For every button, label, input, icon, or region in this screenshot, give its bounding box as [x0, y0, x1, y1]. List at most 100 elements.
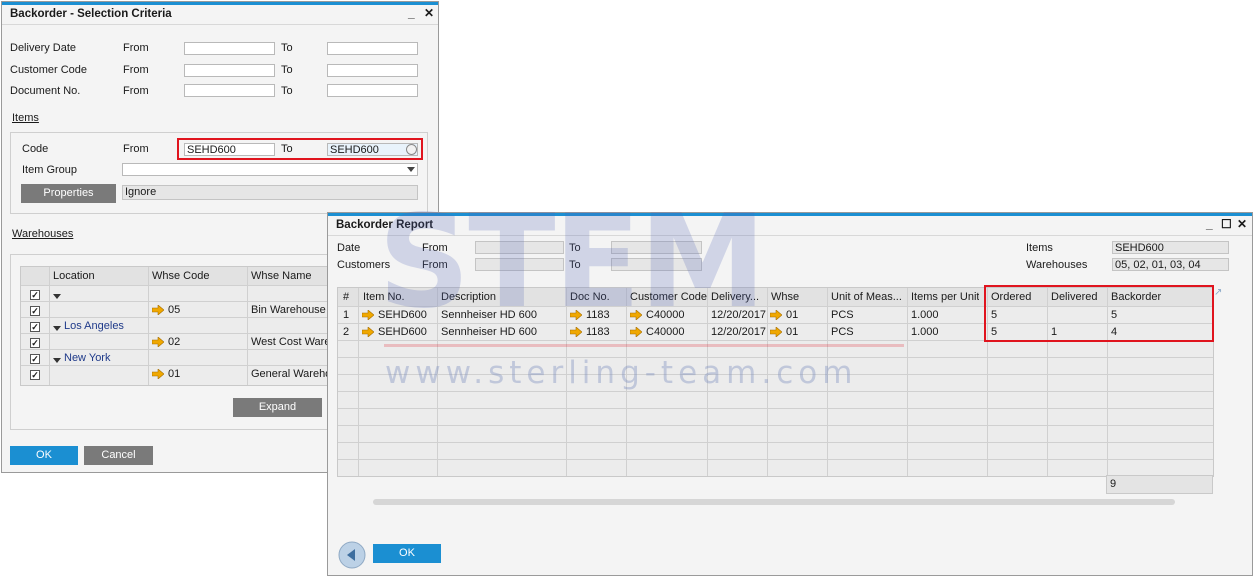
expand-grid-icon[interactable]: ↗: [1214, 287, 1222, 298]
minimize-icon[interactable]: _: [408, 6, 415, 20]
row-uom: PCS: [831, 326, 854, 338]
wh-row-checkbox[interactable]: ✓: [30, 322, 40, 332]
link-arrow-icon[interactable]: [152, 337, 164, 347]
row-whse: 01: [786, 326, 799, 338]
wh-code: 05: [168, 304, 181, 316]
expand-button-label: Expand: [258, 401, 297, 413]
delivery-date-from-field[interactable]: [184, 42, 275, 55]
document-no-from-field[interactable]: [184, 84, 275, 97]
warehouses-section-header[interactable]: Warehouses: [12, 228, 73, 240]
back-arrow-icon[interactable]: [338, 541, 366, 569]
maximize-icon[interactable]: ☐: [1221, 217, 1232, 231]
close-icon[interactable]: ✕: [424, 6, 434, 20]
collapse-arrow-icon[interactable]: [53, 358, 61, 363]
warehouses-label: Warehouses: [1026, 259, 1088, 271]
window-accent-bar: [2, 2, 438, 5]
properties-button[interactable]: Properties: [21, 184, 116, 203]
properties-button-label: Properties: [43, 187, 94, 199]
report-ok-button[interactable]: OK: [373, 544, 441, 563]
date-label: Date: [337, 242, 361, 254]
wh-col-location[interactable]: Location: [53, 270, 95, 282]
customer-code-label: Customer Code: [10, 64, 88, 76]
col-items-per-unit[interactable]: Items per Unit: [911, 291, 979, 303]
items-value: SEHD600: [1112, 241, 1229, 254]
cancel-button-label: Cancel: [101, 449, 136, 461]
grid-divider: [907, 288, 908, 476]
wh-col-name[interactable]: Whse Name: [251, 270, 312, 282]
horizontal-scrollbar[interactable]: [373, 499, 1175, 505]
col-whse[interactable]: Whse: [771, 291, 799, 303]
document-no-to-field[interactable]: [327, 84, 418, 97]
link-arrow-icon[interactable]: [152, 369, 164, 379]
wh-row-checkbox[interactable]: ✓: [30, 290, 40, 300]
collapse-arrow-icon[interactable]: [53, 294, 61, 299]
warehouse-grid: Location Whse Code Whse Name ✓ ✓ 05 Bin …: [20, 266, 330, 386]
expand-button[interactable]: Expand: [233, 398, 322, 417]
row-items-per-unit: 1.000: [911, 326, 939, 338]
grid-divider: [358, 288, 359, 476]
wh-row-line: [21, 301, 329, 302]
document-no-to-label: To: [281, 85, 293, 97]
wh-row-checkbox[interactable]: ✓: [30, 338, 40, 348]
grid-row-line: [338, 391, 1213, 392]
wh-col-code[interactable]: Whse Code: [152, 270, 209, 282]
row-uom: PCS: [831, 309, 854, 321]
warehouses-value: 05, 02, 01, 03, 04: [1112, 258, 1229, 271]
col-num[interactable]: #: [343, 291, 349, 303]
wh-location[interactable]: New York: [64, 352, 110, 364]
wh-location[interactable]: Los Angeles: [64, 320, 124, 332]
item-group-select[interactable]: [122, 163, 418, 176]
cancel-button[interactable]: Cancel: [84, 446, 153, 465]
items-section-header[interactable]: Items: [12, 112, 39, 124]
ok-button[interactable]: OK: [10, 446, 78, 465]
wh-code: 01: [168, 368, 181, 380]
wh-row-line: [21, 349, 329, 350]
customer-code-from-label: From: [123, 64, 149, 76]
document-no-label: Document No.: [10, 85, 81, 97]
title-divider: [2, 24, 438, 25]
wh-row-checkbox[interactable]: ✓: [30, 370, 40, 380]
link-arrow-icon[interactable]: [152, 305, 164, 315]
wh-row-checkbox[interactable]: ✓: [30, 306, 40, 316]
customer-code-from-field[interactable]: [184, 64, 275, 77]
row-items-per-unit: 1.000: [911, 309, 939, 321]
quantities-highlight-box: [984, 285, 1214, 342]
items-label: Items: [1026, 242, 1053, 254]
delivery-date-to-field[interactable]: [327, 42, 418, 55]
wh-row-line: [21, 365, 329, 366]
code-label: Code: [22, 143, 49, 155]
link-arrow-icon[interactable]: [362, 310, 374, 320]
grid-row-line: [338, 408, 1213, 409]
total-row: 9: [1106, 475, 1213, 494]
col-uom[interactable]: Unit of Meas...: [831, 291, 902, 303]
item-group-label: Item Group: [22, 164, 78, 176]
customer-code-to-field[interactable]: [327, 64, 418, 77]
customer-code-to-label: To: [281, 64, 293, 76]
watermark-line: [384, 344, 904, 347]
code-highlight-box: [177, 138, 423, 160]
wh-name: General Warehou: [251, 368, 330, 380]
delivery-date-label: Delivery Date: [10, 42, 77, 54]
minimize-icon[interactable]: _: [1206, 217, 1213, 231]
grid-row-line: [338, 425, 1213, 426]
chevron-down-icon: [407, 167, 415, 172]
grid-row-line: [338, 442, 1213, 443]
row-whse: 01: [786, 309, 799, 321]
row-num: 2: [343, 326, 350, 338]
wh-row-line: [21, 285, 329, 286]
wh-row-line: [21, 333, 329, 334]
watermark-text: www.sterling-team.com: [385, 355, 858, 391]
link-arrow-icon[interactable]: [770, 310, 782, 320]
wh-name: West Cost Ware: [251, 336, 330, 348]
link-arrow-icon[interactable]: [770, 327, 782, 337]
close-icon[interactable]: ✕: [1237, 217, 1247, 231]
collapse-arrow-icon[interactable]: [53, 326, 61, 331]
window-title: Backorder - Selection Criteria: [10, 8, 172, 20]
code-from-label: From: [123, 143, 149, 155]
watermark-logo: STEM: [378, 188, 766, 337]
delivery-date-to-label: To: [281, 42, 293, 54]
wh-row-checkbox[interactable]: ✓: [30, 354, 40, 364]
link-arrow-icon[interactable]: [362, 327, 374, 337]
grid-row-line: [338, 459, 1213, 460]
wh-code: 02: [168, 336, 181, 348]
